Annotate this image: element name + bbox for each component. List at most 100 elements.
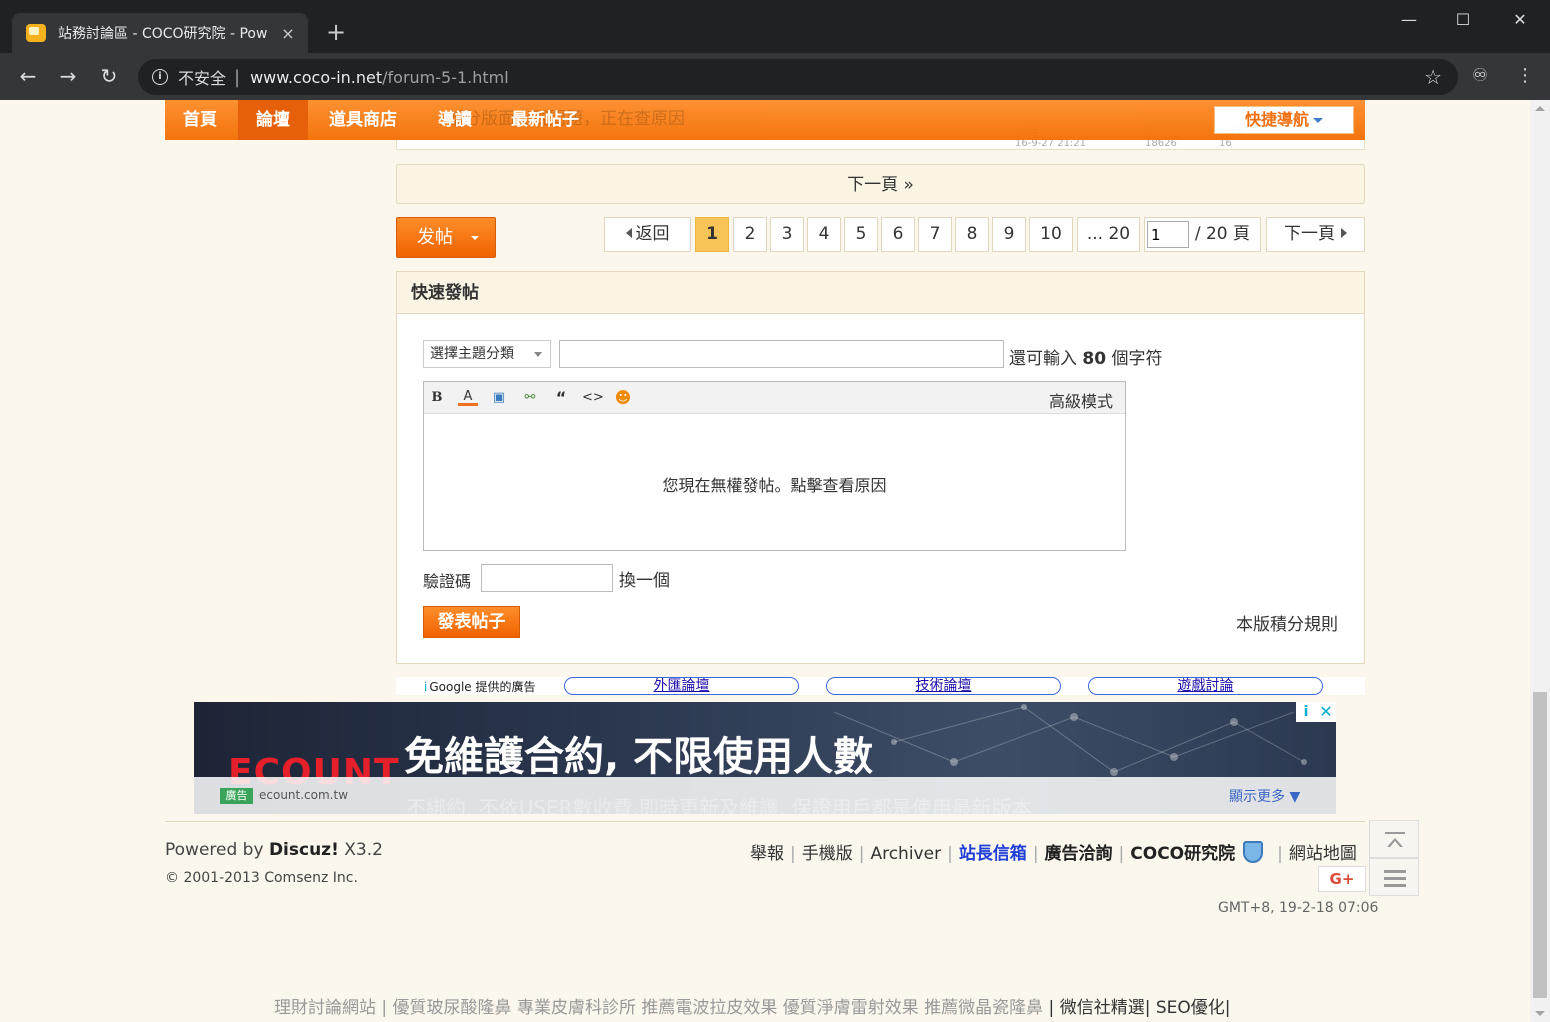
bold-icon[interactable]: B: [427, 389, 447, 407]
shield-icon[interactable]: [1243, 841, 1264, 863]
url-path: /forum-5-1.html: [382, 67, 509, 87]
reload-icon[interactable]: ↻: [95, 63, 123, 89]
char-hint-suffix: 個字符: [1111, 349, 1163, 369]
banner-headline: 免維護合約, 不限使用人數: [404, 734, 874, 780]
extension-icon[interactable]: ♾: [1472, 65, 1488, 86]
advanced-mode-link[interactable]: 高級模式: [1049, 388, 1113, 412]
google-plus-icon[interactable]: G+: [1318, 866, 1366, 892]
quick-post-title: 快速發帖: [397, 272, 1364, 314]
pagination-page-9[interactable]: 9: [992, 217, 1026, 252]
footer-link-mobile[interactable]: 手機版: [802, 839, 853, 864]
pagination-page-6[interactable]: 6: [881, 217, 915, 252]
scroll-to-top-button[interactable]: [1369, 820, 1419, 858]
pagination-page-7[interactable]: 7: [918, 217, 952, 252]
ad-link-tech[interactable]: 技術論壇: [826, 677, 1061, 695]
pagination-total: / 20 頁: [1194, 224, 1250, 244]
forward-icon[interactable]: →: [54, 63, 82, 89]
back-to-list-button[interactable]: [1369, 858, 1419, 896]
footer-link-contact[interactable]: 站長信箱: [959, 839, 1027, 864]
captcha-input[interactable]: [481, 564, 613, 592]
adchoices-icon[interactable]: i: [1296, 702, 1316, 722]
footer-link-coco[interactable]: COCO研究院: [1130, 839, 1235, 864]
new-tab-icon[interactable]: +: [326, 18, 346, 46]
browser-toolbar: ← → ↻ i 不安全 | www.coco-in.net /forum-5-1…: [0, 53, 1550, 100]
banner-show-more[interactable]: 顯示更多 ▼: [1229, 786, 1300, 806]
new-post-button[interactable]: 发帖: [396, 217, 496, 258]
link-icon[interactable]: ⚯: [520, 389, 540, 407]
pagination-next-label: 下一頁: [1284, 224, 1335, 244]
footer-link-ads[interactable]: 廣告洽詢: [1045, 839, 1113, 864]
page-jump-input[interactable]: [1147, 221, 1189, 248]
pagination-page-3[interactable]: 3: [770, 217, 804, 252]
quote-icon[interactable]: “: [551, 389, 571, 407]
browser-tab[interactable]: 站務討論區 - COCO研究院 - Pow ×: [12, 13, 308, 53]
browser-chrome: 站務討論區 - COCO研究院 - Pow × + — ☐ ✕ ← → ↻ i …: [0, 0, 1550, 100]
pagination-back[interactable]: 返回: [604, 217, 691, 252]
captcha-change-link[interactable]: 換一個: [619, 566, 670, 591]
quick-nav-button[interactable]: 快捷導航: [1214, 106, 1354, 134]
sponsor-links-faded[interactable]: 理財討論網站 | 優質玻尿酸隆鼻 專業皮膚科診所 推薦電波拉皮效果 優質淨膚雷射…: [274, 998, 1043, 1018]
bookmark-star-icon[interactable]: ☆: [1424, 65, 1442, 89]
google-ad-label: i Google 提供的廣告: [424, 678, 535, 695]
nav-item-forum[interactable]: 論壇: [238, 100, 308, 140]
scroll-down-icon[interactable]: [1535, 1011, 1545, 1016]
ad-link-games[interactable]: 遊戲討論: [1088, 677, 1323, 695]
scroll-thumb[interactable]: [1533, 692, 1547, 998]
ad-link-forex[interactable]: 外匯論壇: [564, 677, 799, 695]
google-ad-label-text: Google 提供的廣告: [429, 680, 536, 694]
footer-link-report[interactable]: 舉報: [750, 839, 784, 864]
copyright: © 2001-2013 Comsenz Inc.: [165, 870, 358, 886]
site-favicon-icon: [26, 24, 46, 42]
footer-links: 舉報 | 手機版 | Archiver | 站長信箱 | 廣告洽詢 | COCO研究院 | 網站地圖: [750, 839, 1365, 864]
tab-close-icon[interactable]: ×: [278, 24, 298, 43]
browser-menu-icon[interactable]: ⋮: [1516, 65, 1534, 86]
powered-by: Powered by Discuz! X3.2: [165, 840, 383, 860]
nav-item-latest[interactable]: 最新帖子: [493, 100, 597, 140]
ad-banner[interactable]: ECOUNT 免維護合約, 不限使用人數 不綁約. 不依USER數收費,即時更新…: [194, 702, 1336, 814]
ad-close-icon[interactable]: ✕: [1316, 702, 1336, 722]
server-time: GMT+8, 19-2-18 07:06: [1218, 900, 1379, 916]
nav-item-shop[interactable]: 道具商店: [311, 100, 415, 140]
pagination-next[interactable]: 下一頁: [1266, 217, 1365, 252]
pagination-page-5[interactable]: 5: [844, 217, 878, 252]
powered-prefix: Powered by: [165, 840, 264, 860]
insecure-label: 不安全: [178, 69, 227, 88]
category-select[interactable]: 選擇主題分類: [423, 340, 551, 368]
quick-post-panel: 快速發帖 選擇主題分類 還可輸入 80 個字符 B A ▣ ⚯ “ <> ☻ 高…: [396, 271, 1365, 664]
url-separator: |: [234, 66, 241, 88]
scroll-up-icon[interactable]: [1535, 106, 1545, 111]
code-icon[interactable]: <>: [582, 389, 604, 407]
pagination-page-2[interactable]: 2: [733, 217, 767, 252]
nav-item-guide[interactable]: 導讀: [420, 100, 490, 140]
nav-item-home[interactable]: 首頁: [165, 100, 235, 140]
minimize-icon[interactable]: —: [1386, 6, 1432, 34]
subject-input[interactable]: [559, 340, 1004, 368]
site-info-icon[interactable]: i: [152, 69, 168, 85]
no-permission-message[interactable]: 您現在無權發帖。點擊查看原因: [424, 472, 1125, 496]
font-color-icon[interactable]: A: [458, 389, 478, 406]
footer-link-sitemap[interactable]: 網站地圖: [1289, 839, 1357, 864]
banner-domain: ecount.com.tw: [259, 788, 349, 802]
pagination-last[interactable]: ... 20: [1077, 217, 1140, 252]
discuz-link[interactable]: Discuz!: [269, 840, 339, 860]
image-icon[interactable]: ▣: [489, 389, 509, 407]
quick-nav-label: 快捷導航: [1244, 110, 1309, 129]
back-icon[interactable]: ←: [14, 63, 42, 89]
pagination-page-10[interactable]: 10: [1029, 217, 1073, 252]
footer-sep: |: [1118, 844, 1125, 864]
maximize-icon[interactable]: ☐: [1440, 6, 1486, 34]
next-page-bar[interactable]: 下一頁 »: [396, 164, 1365, 204]
address-bar[interactable]: i 不安全 | www.coco-in.net /forum-5-1.html …: [138, 59, 1458, 95]
pagination-page-4[interactable]: 4: [807, 217, 841, 252]
window-close-icon[interactable]: ✕: [1497, 6, 1543, 34]
pagination-page-8[interactable]: 8: [955, 217, 989, 252]
footer-link-archiver[interactable]: Archiver: [870, 844, 941, 864]
list-line-icon: [1384, 870, 1406, 873]
submit-post-button[interactable]: 發表帖子: [423, 606, 520, 638]
credit-rules-link[interactable]: 本版積分規則: [1236, 610, 1338, 635]
emoji-icon[interactable]: ☻: [613, 389, 633, 407]
sponsor-links-dark[interactable]: | 微信社精選| SEO優化|: [1043, 998, 1231, 1018]
page-scrollbar[interactable]: [1530, 100, 1550, 1022]
bottom-sponsor-links: 理財討論網站 | 優質玻尿酸隆鼻 專業皮膚科診所 推薦電波拉皮效果 優質淨膚雷射…: [274, 993, 1230, 1018]
pagination-page-1[interactable]: 1: [695, 217, 729, 252]
